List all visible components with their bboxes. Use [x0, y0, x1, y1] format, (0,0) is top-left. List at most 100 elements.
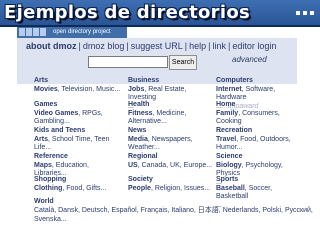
sub-link[interactable]: Issues...: [184, 185, 210, 192]
title-bar: Ejemplos de directorios: [0, 0, 320, 25]
sub-link[interactable]: Movies: [34, 86, 58, 93]
category-heading[interactable]: Health: [128, 101, 216, 110]
top-nav: about dmoz | dmoz blog | suggest URL | help | li…: [26, 41, 276, 51]
category-heading[interactable]: World: [34, 197, 316, 206]
category-subs: Fitness, Medicine, Alternative...: [128, 109, 187, 126]
logo-letter: [33, 28, 39, 36]
sub-link[interactable]: Europe...: [184, 162, 212, 169]
category-heading[interactable]: Computers: [216, 77, 304, 86]
category-arts: Arts Movies, Television, Music...: [34, 77, 122, 94]
category-subs: US, Canada, UK, Europe...: [128, 161, 213, 169]
category-health: Health Fitness, Medicine, Alternative...: [128, 101, 216, 127]
world-languages[interactable]: Català, Dansk, Deutsch, Español, Françai…: [34, 206, 316, 224]
search-input[interactable]: [88, 56, 168, 68]
sub-link[interactable]: Soccer: [249, 185, 270, 192]
category-heading[interactable]: Business: [128, 77, 216, 86]
category-subs: Travel, Food, Outdoors, Humor...: [216, 135, 291, 152]
sub-link[interactable]: Music...: [96, 86, 120, 93]
sub-link[interactable]: UK: [170, 162, 180, 169]
dot-2: [303, 11, 307, 15]
sub-link[interactable]: School Time: [52, 136, 91, 143]
nav-dmoz-blog[interactable]: dmoz blog: [83, 41, 125, 51]
category-heading[interactable]: News: [128, 127, 216, 136]
sub-link[interactable]: Clothing: [34, 185, 62, 192]
sub-link[interactable]: Education: [56, 162, 87, 169]
category-heading[interactable]: Recreation: [216, 127, 304, 136]
logo-letter: [40, 28, 46, 36]
sub-link[interactable]: US: [128, 162, 138, 169]
sub-link[interactable]: Canada: [142, 162, 167, 169]
dmoz-logo[interactable]: open directory project: [17, 27, 127, 38]
sub-link[interactable]: Medicine: [156, 110, 184, 117]
sub-link[interactable]: Biology: [216, 162, 242, 169]
sub-link[interactable]: Weather...: [128, 144, 160, 151]
sub-link[interactable]: Fitness: [128, 110, 153, 117]
sub-link[interactable]: Psychology: [246, 162, 281, 169]
category-subs: Media, Newspapers, Weather...: [128, 135, 193, 152]
sub-link[interactable]: Software: [246, 86, 274, 93]
logo-letter: [19, 28, 25, 36]
sub-link[interactable]: Arts: [34, 136, 48, 143]
category-heading[interactable]: Sports: [216, 176, 304, 185]
category-heading[interactable]: Arts: [34, 77, 122, 86]
decorative-dots: [296, 11, 314, 15]
category-kids-and-teens: Kids and Teens Arts, School Time, Teen L…: [34, 127, 122, 153]
logo-text: open directory project: [53, 29, 111, 35]
sub-link[interactable]: Investing: [128, 94, 156, 101]
search-button[interactable]: Search: [169, 55, 197, 70]
sub-link[interactable]: Religion: [155, 185, 180, 192]
sub-link[interactable]: Food: [240, 136, 256, 143]
sub-link[interactable]: Cooking: [216, 118, 242, 125]
sub-link[interactable]: Jobs: [128, 86, 144, 93]
category-heading[interactable]: Society: [128, 176, 216, 185]
sub-link[interactable]: Media: [128, 136, 148, 143]
category-regional: Regional US, Canada, UK, Europe...: [128, 153, 216, 170]
dot-1: [296, 11, 300, 15]
sub-link[interactable]: Consumers: [242, 110, 278, 117]
advanced-search-link[interactable]: advanced: [232, 55, 267, 64]
category-news: News Media, Newspapers, Weather...: [128, 127, 216, 153]
category-heading[interactable]: Kids and Teens: [34, 127, 122, 136]
nav-suggest-url[interactable]: suggest URL: [131, 41, 183, 51]
sub-link[interactable]: Television: [62, 86, 93, 93]
sub-link[interactable]: Outdoors: [260, 136, 289, 143]
sub-link[interactable]: Alternative...: [128, 118, 167, 125]
category-heading[interactable]: Shopping: [34, 176, 122, 185]
category-heading[interactable]: Regional: [128, 153, 216, 162]
sub-link[interactable]: Internet: [216, 86, 242, 93]
category-heading[interactable]: Home: [216, 101, 304, 110]
sub-link[interactable]: Baseball: [216, 185, 245, 192]
sub-link[interactable]: Travel: [216, 136, 236, 143]
sub-link[interactable]: Gambling...: [34, 118, 70, 125]
category-subs: Video Games, RPGs, Gambling...: [34, 109, 103, 126]
page-title: Ejemplos de directorios: [4, 2, 250, 23]
sub-link[interactable]: Gifts...: [86, 185, 106, 192]
category-subs: Clothing, Food, Gifts...: [34, 184, 107, 192]
logo-letter: [26, 28, 32, 36]
dot-3: [310, 11, 314, 15]
sub-link[interactable]: Food: [66, 185, 82, 192]
category-subs: Movies, Television, Music...: [34, 85, 121, 93]
category-society: Society People, Religion, Issues...: [128, 176, 216, 193]
sub-link[interactable]: Real Estate: [148, 86, 184, 93]
category-heading[interactable]: Games: [34, 101, 122, 110]
category-subs: People, Religion, Issues...: [128, 184, 211, 192]
sub-link[interactable]: Video Games: [34, 110, 78, 117]
nav-help[interactable]: help: [189, 41, 206, 51]
logo-letters: [19, 28, 46, 36]
nav-about-dmoz[interactable]: about dmoz: [26, 41, 77, 51]
category-heading[interactable]: Reference: [34, 153, 122, 162]
sub-link[interactable]: Family: [216, 110, 238, 117]
sub-link[interactable]: People: [128, 185, 151, 192]
sub-link[interactable]: Newspapers: [152, 136, 191, 143]
category-world: World Català, Dansk, Deutsch, Español, F…: [34, 197, 316, 224]
sub-link[interactable]: RPGs: [82, 110, 101, 117]
category-recreation: Recreation Travel, Food, Outdoors, Humor.…: [216, 127, 304, 153]
category-heading[interactable]: Science: [216, 153, 304, 162]
category-games: Games Video Games, RPGs, Gambling...: [34, 101, 122, 127]
sub-link[interactable]: Hardware: [216, 94, 246, 101]
nav-link[interactable]: link: [212, 41, 226, 51]
sub-link[interactable]: Maps: [34, 162, 52, 169]
nav-editor-login[interactable]: editor login: [232, 41, 276, 51]
sub-link[interactable]: Humor...: [216, 144, 242, 151]
